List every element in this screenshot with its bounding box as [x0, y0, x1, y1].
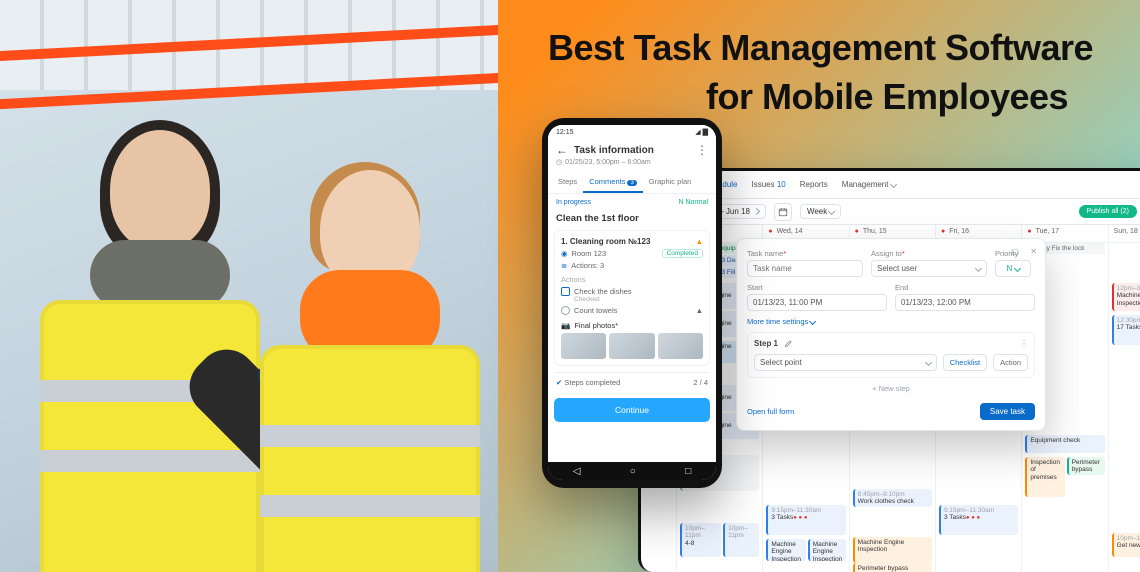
calendar-button[interactable]: [774, 203, 792, 221]
calendar-event[interactable]: Machine Engine Inspection: [853, 537, 932, 563]
calendar-event[interactable]: Inspection of premises: [1025, 457, 1065, 497]
task-title: Clean the 1st floor: [548, 211, 716, 230]
chevron-down-icon: [975, 265, 982, 272]
calendar-event[interactable]: 10pm–11pm: [723, 523, 759, 557]
step-block: Step 1 ⋮ Select point Checklist Action: [747, 332, 1035, 378]
calendar-event[interactable]: 12pm–3pmMachine Engine Inspection: [1112, 283, 1140, 311]
actions-label: Actions: [561, 275, 703, 284]
action-chip[interactable]: Action: [993, 354, 1028, 371]
steps-completed-row: ✔ Steps completed 2 / 4: [554, 372, 710, 392]
calendar-event[interactable]: 9:15pm–11:30am3 Tasks● ● ●: [766, 505, 845, 535]
task-name-label: Task name: [747, 249, 863, 258]
calendar-event[interactable]: 8:45pm–9:10pmWork clothes check: [853, 489, 932, 507]
priority-badge: N Normal: [678, 199, 708, 206]
warning-icon: ▲: [696, 306, 703, 315]
check-icon: ✔: [556, 378, 562, 387]
completed-badge: Completed: [662, 249, 703, 258]
phone-status-bar: 12:15 ◢ ▇: [548, 125, 716, 139]
open-full-form-link[interactable]: Open full form: [747, 407, 794, 416]
step-more-icon[interactable]: ⋮: [1020, 339, 1028, 348]
close-icon[interactable]: ✕: [1030, 247, 1037, 256]
new-step-button[interactable]: + New step: [747, 378, 1035, 399]
checkbox-icon[interactable]: [561, 287, 570, 296]
tab-steps[interactable]: Steps: [552, 172, 583, 193]
priority-select[interactable]: N: [995, 260, 1031, 277]
screen-title: Task information: [574, 145, 654, 156]
assign-to-label: Assign to: [871, 249, 987, 258]
pencil-icon[interactable]: [784, 339, 793, 348]
steps-completed-value: 2 / 4: [693, 378, 708, 387]
select-point[interactable]: Select point: [754, 354, 937, 371]
more-time-settings-link[interactable]: More time settings: [747, 317, 1035, 326]
start-label: Start: [747, 283, 887, 292]
android-nav-bar: ◁ ○ □: [548, 462, 716, 480]
photo-thumbnails[interactable]: [561, 333, 703, 359]
radio-icon[interactable]: [561, 306, 570, 315]
tab-graphic-plan[interactable]: Graphic plan: [643, 172, 698, 193]
nav-management[interactable]: Management: [842, 180, 896, 189]
mobile-app-frame: 12:15 ◢ ▇ ← Task information ⋮ ◷01/25/23…: [542, 118, 722, 488]
nav-reports[interactable]: Reports: [800, 180, 828, 189]
calendar-event[interactable]: Perimeter bypass: [853, 563, 932, 572]
more-menu-icon[interactable]: ⋮: [696, 143, 708, 157]
step-card[interactable]: 1. Cleaning room №123 ▲ ◉Room 123Complet…: [554, 230, 710, 366]
assign-to-select[interactable]: Select user: [871, 260, 987, 277]
step-title: Step 1: [754, 339, 778, 348]
thumbnail[interactable]: [561, 333, 606, 359]
new-task-popover: ▢ ✕ Task name Assign to Select user Prio…: [736, 238, 1046, 431]
calendar-icon: [778, 207, 788, 217]
chevron-down-icon: [828, 208, 835, 215]
calendar-event[interactable]: 10pm–11pm4-8: [680, 523, 721, 557]
calendar-event[interactable]: Machine Engine Inspection: [766, 539, 806, 561]
thumbnail[interactable]: [658, 333, 703, 359]
clock-icon: ◷: [556, 158, 562, 166]
action-sublabel: Checked: [574, 296, 703, 303]
nav-back-icon[interactable]: ◁: [573, 466, 581, 477]
nav-recent-icon[interactable]: □: [685, 466, 691, 477]
nav-home-icon[interactable]: ○: [630, 466, 636, 477]
back-button[interactable]: ←: [556, 143, 568, 157]
end-label: End: [895, 283, 1035, 292]
camera-icon: 📷: [561, 321, 570, 330]
chevron-down-icon: [1013, 265, 1020, 272]
calendar-event[interactable]: Perimeter bypass: [1067, 457, 1105, 475]
nav-issues[interactable]: Issues 10: [752, 180, 786, 189]
status-icons: ◢ ▇: [695, 128, 708, 136]
task-tabs: Steps Comments3 Graphic plan: [548, 172, 716, 194]
page-title: Best Task Management Software for Mobile…: [548, 24, 1120, 121]
list-icon: ≣: [561, 261, 567, 270]
start-datetime-input[interactable]: 01/13/23, 11:00 PM: [747, 294, 887, 311]
checklist-chip[interactable]: Checklist: [943, 354, 987, 371]
publish-all-button[interactable]: Publish all (2): [1079, 205, 1137, 218]
hero-photo: [0, 0, 498, 572]
day-column[interactable]: Sun, 18 12pm–3pmMachine Engine Inspectio…: [1109, 225, 1140, 572]
chevron-down-icon: [925, 359, 932, 366]
headline-line2: for Mobile Employees: [548, 73, 1120, 122]
thumbnail[interactable]: [609, 333, 654, 359]
expand-icon[interactable]: ▢: [1011, 247, 1019, 256]
headline-line1: Best Task Management Software: [548, 27, 1093, 68]
warning-icon: ▲: [696, 237, 703, 246]
calendar-event[interactable]: Equipment check: [1025, 435, 1104, 453]
view-week-select[interactable]: Week: [800, 204, 842, 219]
save-task-button[interactable]: Save task: [980, 403, 1035, 420]
comments-badge: 3: [627, 180, 636, 186]
calendar-event[interactable]: 9:15pm–11:30am3 Tasks● ● ●: [939, 505, 1018, 535]
chevron-down-icon: [809, 318, 816, 325]
tab-comments[interactable]: Comments3: [583, 172, 643, 193]
chevron-down-icon: [890, 181, 897, 188]
calendar-event[interactable]: 10pm–1pmGet new work clothes …: [1112, 533, 1140, 557]
calendar-event[interactable]: 12:30pm–6pm17 Tasks: [1112, 315, 1140, 345]
end-datetime-input[interactable]: 01/13/23, 12:00 PM: [895, 294, 1035, 311]
status-badge: In progress: [556, 199, 591, 206]
location-icon: ◉: [561, 249, 568, 258]
task-header: ← Task information ⋮ ◷01/25/23, 5:00pm –…: [548, 139, 716, 168]
task-name-input[interactable]: [747, 260, 863, 277]
step-name: 1. Cleaning room №123: [561, 237, 650, 246]
continue-button[interactable]: Continue: [554, 398, 710, 422]
chevron-right-icon: [753, 208, 760, 215]
calendar-event[interactable]: Machine Engine Inspection: [808, 539, 846, 561]
